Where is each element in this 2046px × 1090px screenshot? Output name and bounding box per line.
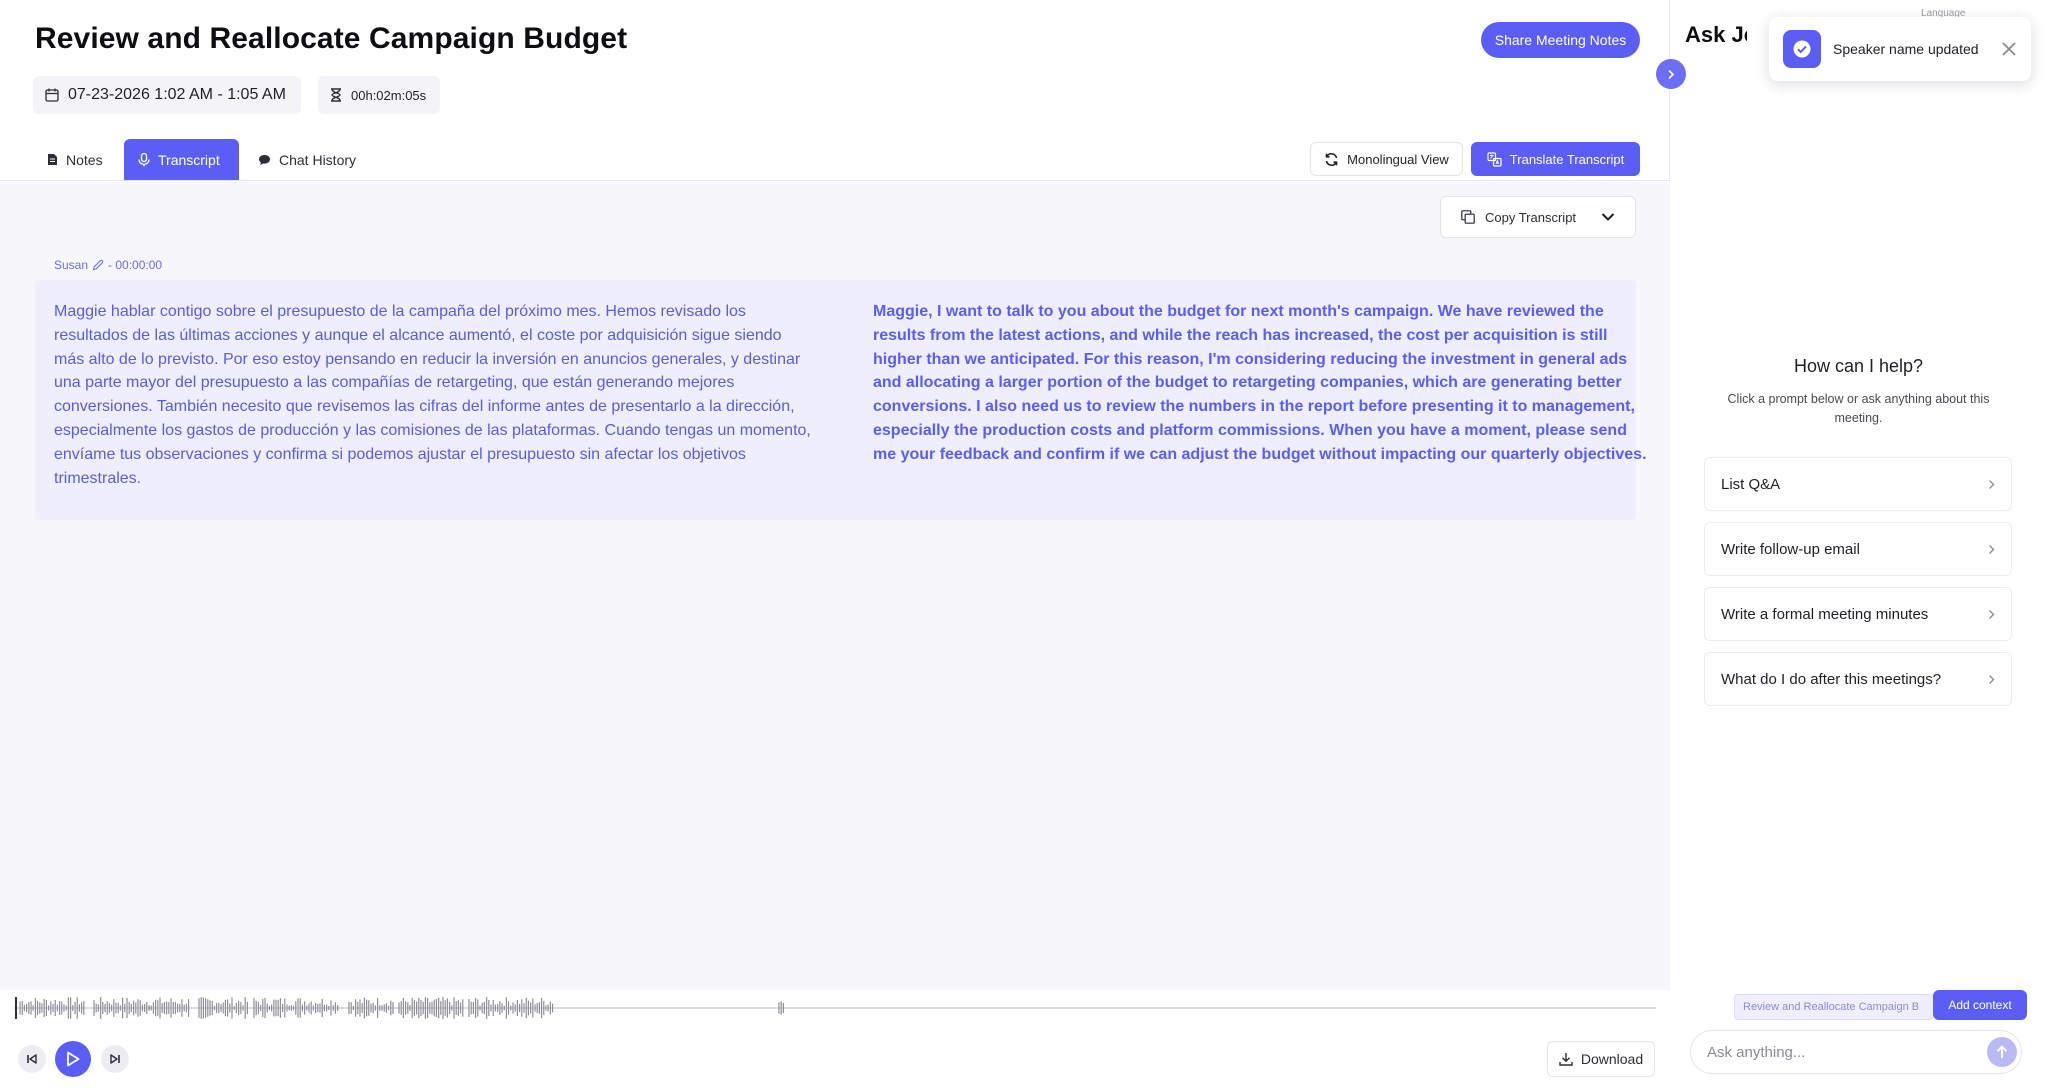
audio-waveform[interactable] — [14, 996, 1656, 1020]
transcript-segment: Maggie hablar contigo sobre el presupues… — [35, 280, 1646, 520]
monolingual-view-button[interactable]: Monolingual View — [1310, 142, 1463, 176]
prompt-label: Write follow-up email — [1721, 540, 1860, 558]
collapse-panel-button[interactable] — [1656, 59, 1686, 89]
add-context-button[interactable]: Add context — [1933, 990, 2027, 1020]
share-meeting-notes-button[interactable]: Share Meeting Notes — [1481, 22, 1640, 58]
close-icon[interactable] — [2001, 41, 2017, 57]
skip-back-icon — [27, 1054, 37, 1064]
prompt-follow-up-email[interactable]: Write follow-up email — [1704, 522, 2012, 576]
meeting-date-range: 07-23-2026 1:02 AM - 1:05 AM — [33, 76, 301, 114]
prompt-label: What do I do after this meetings? — [1721, 670, 1942, 688]
help-subheading: Click a prompt below or ask anything abo… — [1727, 392, 1990, 425]
date-range-text: 07-23-2026 1:02 AM - 1:05 AM — [68, 86, 286, 103]
copy-transcript-button[interactable]: Copy Transcript — [1440, 196, 1636, 238]
download-icon — [1559, 1053, 1573, 1066]
prompt-label: List Q&A — [1721, 475, 1781, 493]
toast-message: Speaker name updated — [1833, 41, 1979, 57]
chevron-right-icon — [1668, 69, 1675, 79]
tab-notes[interactable]: Notes — [33, 139, 119, 180]
tab-transcript[interactable]: Transcript — [124, 139, 239, 180]
speaker-line: Susan - 00:00:00 — [54, 258, 162, 272]
context-chip[interactable]: Review and Reallocate Campaign B — [1734, 994, 1934, 1020]
hourglass-icon — [331, 88, 341, 102]
translate-icon — [1487, 151, 1502, 167]
assistant-title: Ask Jotie — [1685, 22, 1747, 47]
chat-bubble-icon — [259, 154, 270, 165]
transcript-content-area: Copy Transcript Susan - 00:00:00 Maggie … — [0, 182, 1670, 990]
toast-notification: Speaker name updated — [1769, 17, 2031, 81]
microphone-icon — [138, 152, 150, 166]
page-title: Review and Reallocate Campaign Budget — [35, 22, 628, 55]
tab-label: Chat History — [279, 151, 357, 168]
prompt-list-qa[interactable]: List Q&A — [1704, 457, 2012, 511]
tab-chat-history[interactable]: Chat History — [244, 139, 374, 180]
chevron-right-icon — [1989, 609, 1995, 619]
send-button[interactable] — [1987, 1037, 2017, 1067]
pencil-icon[interactable] — [92, 259, 104, 271]
audio-player — [0, 990, 1670, 1090]
chevron-down-icon[interactable] — [1601, 212, 1615, 222]
calendar-icon — [45, 88, 59, 102]
tab-label: Notes — [66, 151, 103, 168]
check-circle-icon — [1783, 30, 1821, 68]
play-button[interactable] — [55, 1041, 91, 1077]
chevron-right-icon — [1989, 479, 1995, 489]
chevron-right-icon — [1989, 544, 1995, 554]
skip-forward-button[interactable] — [101, 1045, 129, 1073]
translated-transcript-text: Maggie, I want to talk to you about the … — [873, 303, 1647, 463]
download-label: Download — [1580, 1051, 1644, 1067]
copy-transcript-label: Copy Transcript — [1485, 209, 1577, 225]
download-button[interactable]: Download — [1547, 1041, 1655, 1077]
monolingual-view-label: Monolingual View — [1347, 151, 1449, 167]
translate-transcript-label: Translate Transcript — [1509, 151, 1625, 167]
prompt-next-steps[interactable]: What do I do after this meetings? — [1704, 652, 2012, 706]
main-panel: Review and Reallocate Campaign Budget Sh… — [0, 0, 1670, 1090]
copy-icon — [1461, 210, 1475, 224]
play-icon — [67, 1051, 80, 1067]
skip-back-button[interactable] — [18, 1045, 46, 1073]
speaker-timestamp: - 00:00:00 — [108, 258, 163, 272]
translate-transcript-button[interactable]: Translate Transcript — [1471, 142, 1640, 176]
skip-forward-icon — [110, 1054, 120, 1064]
meeting-duration: 00h:02m:05s — [318, 76, 440, 114]
arrow-up-icon — [1996, 1045, 2008, 1058]
refresh-icon — [1325, 152, 1338, 166]
document-icon — [48, 154, 57, 165]
speaker-name[interactable]: Susan — [54, 258, 88, 272]
chevron-right-icon — [1989, 674, 1995, 684]
help-heading: How can I help? — [1793, 356, 1924, 376]
prompt-meeting-minutes[interactable]: Write a formal meeting minutes — [1704, 587, 2012, 641]
tab-label: Transcript — [158, 151, 220, 168]
ask-input[interactable] — [1690, 1030, 2022, 1074]
original-transcript-text: Maggie hablar contigo sobre el presupues… — [54, 303, 811, 487]
prompt-label: Write a formal meeting minutes — [1721, 605, 1929, 623]
duration-text: 00h:02m:05s — [351, 87, 427, 103]
